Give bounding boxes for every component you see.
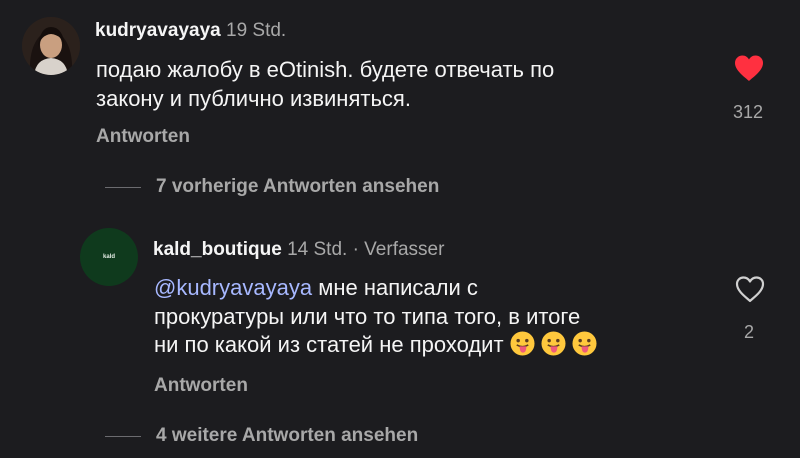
tongue-out-emoji-icon — [572, 331, 597, 356]
avatar-logo-text: kald — [102, 254, 115, 260]
reply-button[interactable]: Antworten — [154, 375, 248, 397]
tongue-out-emoji-icon — [510, 331, 535, 356]
timestamp: 19 Std. — [226, 20, 287, 41]
username[interactable]: kald_boutique — [153, 239, 282, 260]
reply-meta: kald_boutique 14 Std. · Verfasser — [153, 239, 444, 261]
avatar[interactable]: kald — [80, 228, 138, 286]
comment-meta: kudryavayaya 19 Std. — [95, 20, 286, 42]
reply-text: @kudryavayaya мне написали с прокуратуры… — [154, 274, 597, 360]
thread-divider — [105, 436, 141, 437]
username[interactable]: kudryavayaya — [95, 20, 221, 41]
like-count[interactable]: 2 — [725, 322, 773, 343]
heart-outline-icon[interactable] — [734, 275, 766, 308]
view-previous-replies-button[interactable]: 7 vorherige Antworten ansehen — [156, 176, 439, 198]
reply-text-line: @kudryavayaya мне написали с — [154, 274, 597, 303]
author-tag: · Verfasser — [352, 239, 445, 260]
mention-link[interactable]: @kudryavayaya — [154, 275, 312, 300]
reply-text-segment: мне написали с — [312, 275, 478, 300]
comment-text-line: закону и публично извиняться. — [96, 85, 411, 111]
tongue-out-emoji-icon — [541, 331, 566, 356]
comment-text: подаю жалобу в eOtinish. будете отвечать… — [96, 56, 554, 113]
heart-filled-icon[interactable] — [733, 54, 765, 87]
like-count[interactable]: 312 — [724, 102, 772, 123]
view-more-replies-button[interactable]: 4 weitere Antworten ansehen — [156, 425, 418, 447]
thread-divider — [105, 187, 141, 188]
reply-button[interactable]: Antworten — [96, 126, 190, 148]
avatar[interactable] — [22, 17, 80, 75]
reply-text-line: прокуратуры или что то типа того, в итог… — [154, 303, 581, 329]
timestamp: 14 Std. — [287, 239, 348, 260]
reply-text-line: ни по какой из статей не проходит — [154, 331, 597, 360]
comment-text-line: подаю жалобу в eOtinish. будете отвечать… — [96, 57, 555, 82]
reply-text-segment: ни по какой из статей не проходит — [154, 332, 504, 357]
